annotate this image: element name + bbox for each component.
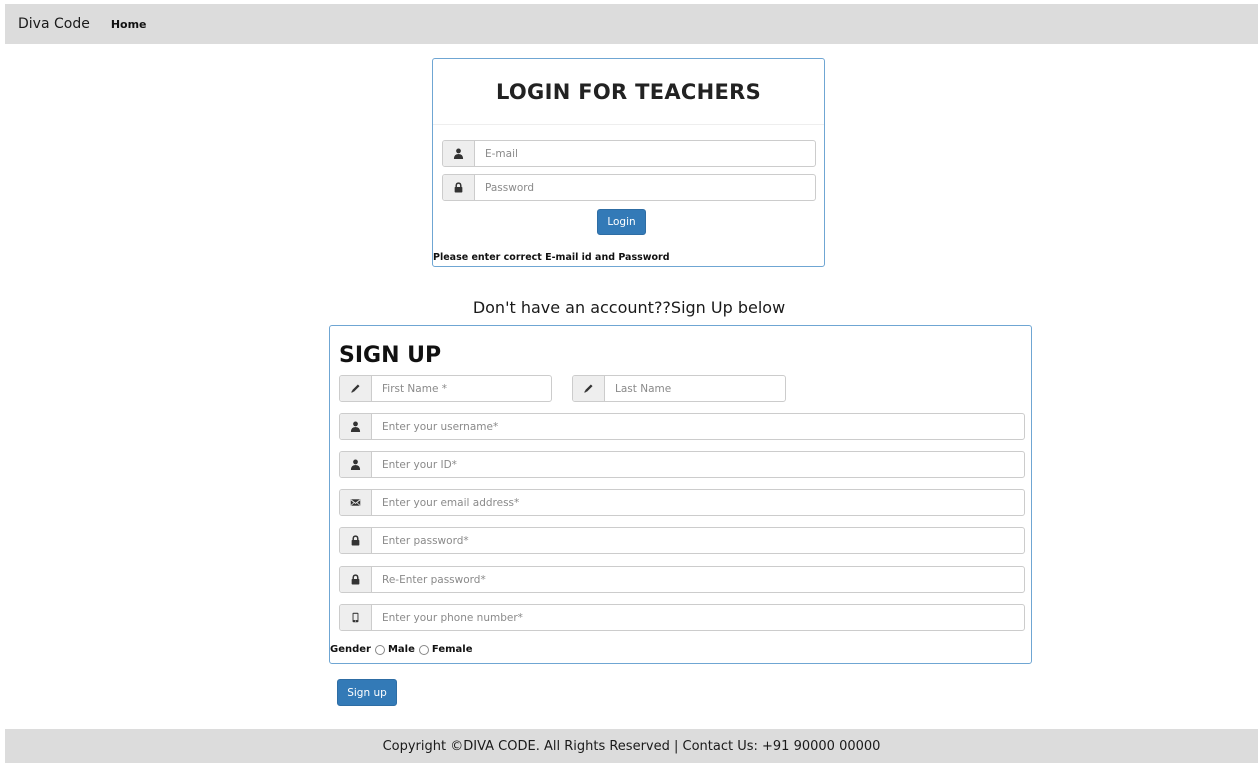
- pencil-icon: [340, 376, 372, 401]
- first-name-input[interactable]: [372, 376, 551, 401]
- login-password-group: [442, 174, 816, 201]
- nav-home-link[interactable]: Home: [111, 18, 147, 31]
- phone-input[interactable]: [372, 605, 1024, 630]
- signup-panel: SIGN UP Gender Male Female: [329, 325, 1032, 664]
- login-password-input[interactable]: [475, 175, 815, 200]
- phone-group: [339, 604, 1025, 631]
- phone-icon: [340, 605, 372, 630]
- login-email-group: [442, 140, 816, 167]
- female-label[interactable]: Female: [432, 644, 473, 655]
- repassword-input[interactable]: [372, 567, 1024, 592]
- signup-caption: Don't have an account??Sign Up below: [472, 298, 786, 317]
- lock-icon: [443, 175, 475, 200]
- first-name-group: [339, 375, 552, 402]
- male-label[interactable]: Male: [388, 644, 415, 655]
- repassword-group: [339, 566, 1025, 593]
- last-name-group: [572, 375, 786, 402]
- gender-row: Gender Male Female: [330, 644, 473, 655]
- user-icon: [443, 141, 475, 166]
- username-group: [339, 413, 1025, 440]
- male-radio[interactable]: [374, 644, 385, 655]
- password-input[interactable]: [372, 528, 1024, 553]
- gender-label: Gender: [330, 644, 371, 655]
- lock-icon: [340, 528, 372, 553]
- footer-text: Copyright ©DIVA CODE. All Rights Reserve…: [382, 738, 881, 754]
- id-group: [339, 451, 1025, 478]
- login-panel: LOGIN FOR TEACHERS Login Please enter co…: [432, 58, 825, 267]
- lock-icon: [340, 567, 372, 592]
- login-button[interactable]: Login: [597, 209, 646, 235]
- login-email-input[interactable]: [475, 141, 815, 166]
- female-radio[interactable]: [418, 644, 429, 655]
- user-icon: [340, 414, 372, 439]
- footer: Copyright ©DIVA CODE. All Rights Reserve…: [5, 729, 1258, 763]
- navbar: Diva Code Home: [5, 4, 1258, 44]
- pencil-icon: [573, 376, 605, 401]
- email-group: [339, 489, 1025, 516]
- email-input[interactable]: [372, 490, 1024, 515]
- envelope-icon: [340, 490, 372, 515]
- username-input[interactable]: [372, 414, 1024, 439]
- user-icon: [340, 452, 372, 477]
- login-title: LOGIN FOR TEACHERS: [495, 79, 762, 104]
- login-header: LOGIN FOR TEACHERS: [433, 59, 824, 125]
- brand-logo[interactable]: Diva Code: [18, 16, 90, 32]
- password-group: [339, 527, 1025, 554]
- id-input[interactable]: [372, 452, 1024, 477]
- signup-title: SIGN UP: [339, 343, 442, 368]
- last-name-input[interactable]: [605, 376, 785, 401]
- login-error-message: Please enter correct E-mail id and Passw…: [433, 252, 670, 263]
- signup-button[interactable]: Sign up: [337, 679, 397, 706]
